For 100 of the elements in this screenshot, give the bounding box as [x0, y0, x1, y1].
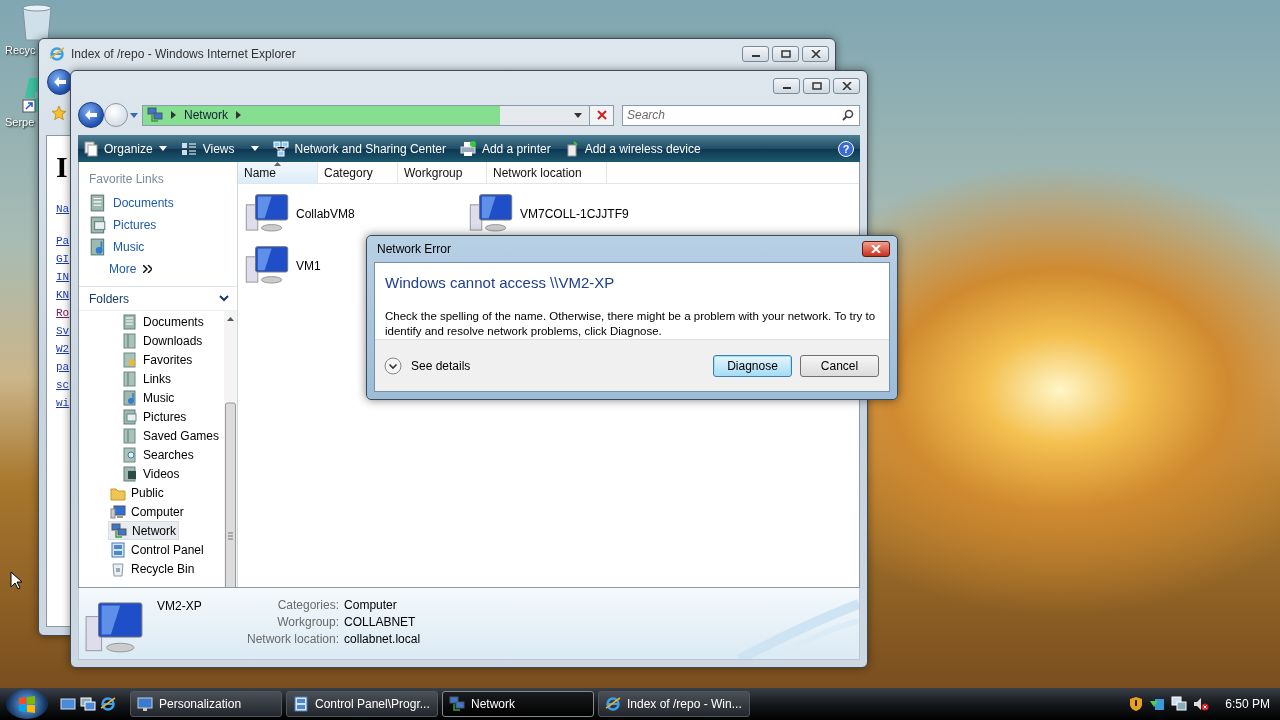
star-folder-icon — [122, 351, 138, 368]
folder-tree-item[interactable]: Videos — [120, 464, 182, 483]
close-icon — [810, 50, 821, 58]
help-button[interactable]: ? — [838, 140, 854, 157]
toolbar-button[interactable]: Add a wireless device — [564, 140, 701, 157]
folder-tree-item[interactable]: Recycle Bin — [108, 559, 197, 578]
folder-icon — [122, 370, 138, 387]
close-button[interactable] — [802, 46, 829, 62]
search-folder-icon — [122, 446, 138, 463]
link[interactable]: KN — [56, 286, 70, 304]
view-list-icon — [180, 141, 197, 156]
more-link[interactable]: More — [89, 258, 237, 280]
link[interactable]: wi — [56, 394, 70, 412]
window-title: Index of /repo - Windows Internet Explorer — [71, 47, 297, 61]
breadcrumb[interactable]: Network — [184, 108, 228, 122]
folder-tree-item[interactable]: Downloads — [120, 331, 205, 350]
toolbar-button[interactable]: Views — [180, 141, 259, 156]
browser-icon — [605, 696, 621, 712]
shield-icon — [1129, 696, 1144, 712]
favorite-link[interactable]: Music — [89, 236, 237, 258]
link[interactable]: Ro — [56, 304, 70, 322]
dialog-button[interactable]: Diagnose — [713, 354, 792, 377]
link[interactable]: pa — [56, 358, 70, 376]
folder-tree-item[interactable]: Searches — [120, 445, 196, 464]
show-desktop-button[interactable] — [60, 696, 76, 712]
field-label: Categories: — [276, 598, 340, 612]
device-icon — [564, 140, 579, 157]
folder-tree-item[interactable]: Saved Games — [120, 426, 222, 445]
folders-header[interactable]: Folders — [79, 287, 237, 311]
close-icon — [596, 110, 607, 120]
column-header[interactable]: Network location — [487, 162, 607, 183]
update-icon — [1149, 696, 1166, 712]
folder-tree-item[interactable]: Music — [120, 388, 177, 407]
taskbar-button[interactable]: Network — [442, 691, 594, 717]
link[interactable]: Na — [56, 200, 70, 218]
link[interactable]: IN — [56, 268, 70, 286]
taskbar-button[interactable]: Control Panel\Progr... — [286, 691, 438, 717]
caret-icon — [158, 146, 167, 151]
folder-tree-item[interactable]: Computer — [108, 502, 186, 521]
stop-button[interactable] — [590, 104, 614, 126]
taskbar-button[interactable]: Personalization — [130, 691, 282, 717]
favorite-link[interactable]: Documents — [89, 192, 237, 214]
see-details-toggle[interactable]: See details — [384, 356, 471, 375]
item-label: VM7COLL-1CJJTF9 — [520, 207, 629, 221]
close-button[interactable] — [862, 241, 890, 257]
network-icon — [111, 522, 127, 539]
back-arrow-icon — [84, 109, 98, 121]
link[interactable]: Pa — [56, 232, 70, 250]
folder-tree-item[interactable]: Public — [108, 483, 166, 502]
column-header[interactable]: Workgroup — [398, 162, 487, 183]
toolbar-button[interactable]: Add a printer — [459, 140, 551, 157]
windows-logo-icon — [18, 695, 36, 713]
chevron-icon — [236, 111, 241, 119]
link[interactable]: W2 — [56, 340, 70, 358]
close-button[interactable] — [833, 78, 860, 94]
caret-icon — [250, 146, 259, 151]
minimize-button[interactable] — [773, 78, 800, 94]
network-icon — [147, 107, 163, 123]
maximize-icon — [780, 50, 791, 58]
start-button[interactable] — [6, 689, 48, 719]
link[interactable]: GI — [56, 250, 70, 268]
minimize-button[interactable] — [742, 46, 769, 62]
back-button[interactable] — [47, 69, 73, 95]
column-header[interactable]: Category — [318, 162, 398, 183]
toolbar-button[interactable]: Network and Sharing Center — [272, 140, 446, 157]
folder-tree-item[interactable]: Favorites — [120, 350, 195, 369]
switch-windows-button[interactable] — [80, 696, 96, 712]
maximize-button[interactable] — [772, 46, 799, 62]
toolbar-button[interactable]: Organize — [84, 140, 167, 157]
expand-icon — [384, 356, 402, 375]
chevron-down-icon — [219, 295, 229, 302]
folder-tree-item[interactable]: Pictures — [120, 407, 189, 426]
folder-tree-item[interactable]: Documents — [120, 312, 206, 331]
document-icon — [122, 313, 138, 330]
maximize-icon — [811, 82, 822, 90]
network-computer-item[interactable]: CollabVM8 — [244, 190, 468, 238]
network-icon — [449, 696, 465, 712]
folder-tree-item[interactable]: Network — [108, 521, 179, 540]
back-button[interactable] — [78, 102, 104, 128]
link[interactable]: sc — [56, 376, 70, 394]
dialog-button[interactable]: Cancel — [800, 354, 879, 377]
address-bar[interactable]: Network — [142, 104, 590, 126]
folder-tree-item[interactable]: Links — [120, 369, 173, 388]
taskbar-button[interactable]: Index of /repo - Win... — [598, 691, 750, 717]
clock[interactable]: 6:50 PM — [1225, 697, 1270, 711]
link[interactable]: Sv — [56, 322, 70, 340]
column-header[interactable]: Name — [238, 162, 318, 183]
network-computer-item[interactable]: VM7COLL-1CJJTF9 — [468, 190, 692, 238]
favorite-link[interactable]: Pictures — [89, 214, 237, 236]
maximize-button[interactable] — [803, 78, 830, 94]
dialog-message: Check the spelling of the name. Otherwise, there might be a problem with your network. To try to identify and resolve network problems, click Diagnose. — [384, 309, 877, 339]
field-value: collabnet.local — [344, 632, 421, 646]
close-icon — [871, 245, 881, 253]
browser-button[interactable] — [100, 696, 116, 712]
folder-tree-item[interactable]: Control Panel — [108, 540, 206, 559]
switch-windows-icon — [80, 696, 96, 712]
search-field[interactable]: Search — [622, 104, 860, 126]
section-title: Favorite Links — [89, 172, 165, 186]
mouse-cursor-icon — [10, 571, 22, 590]
item-label: CollabVM8 — [296, 207, 355, 221]
